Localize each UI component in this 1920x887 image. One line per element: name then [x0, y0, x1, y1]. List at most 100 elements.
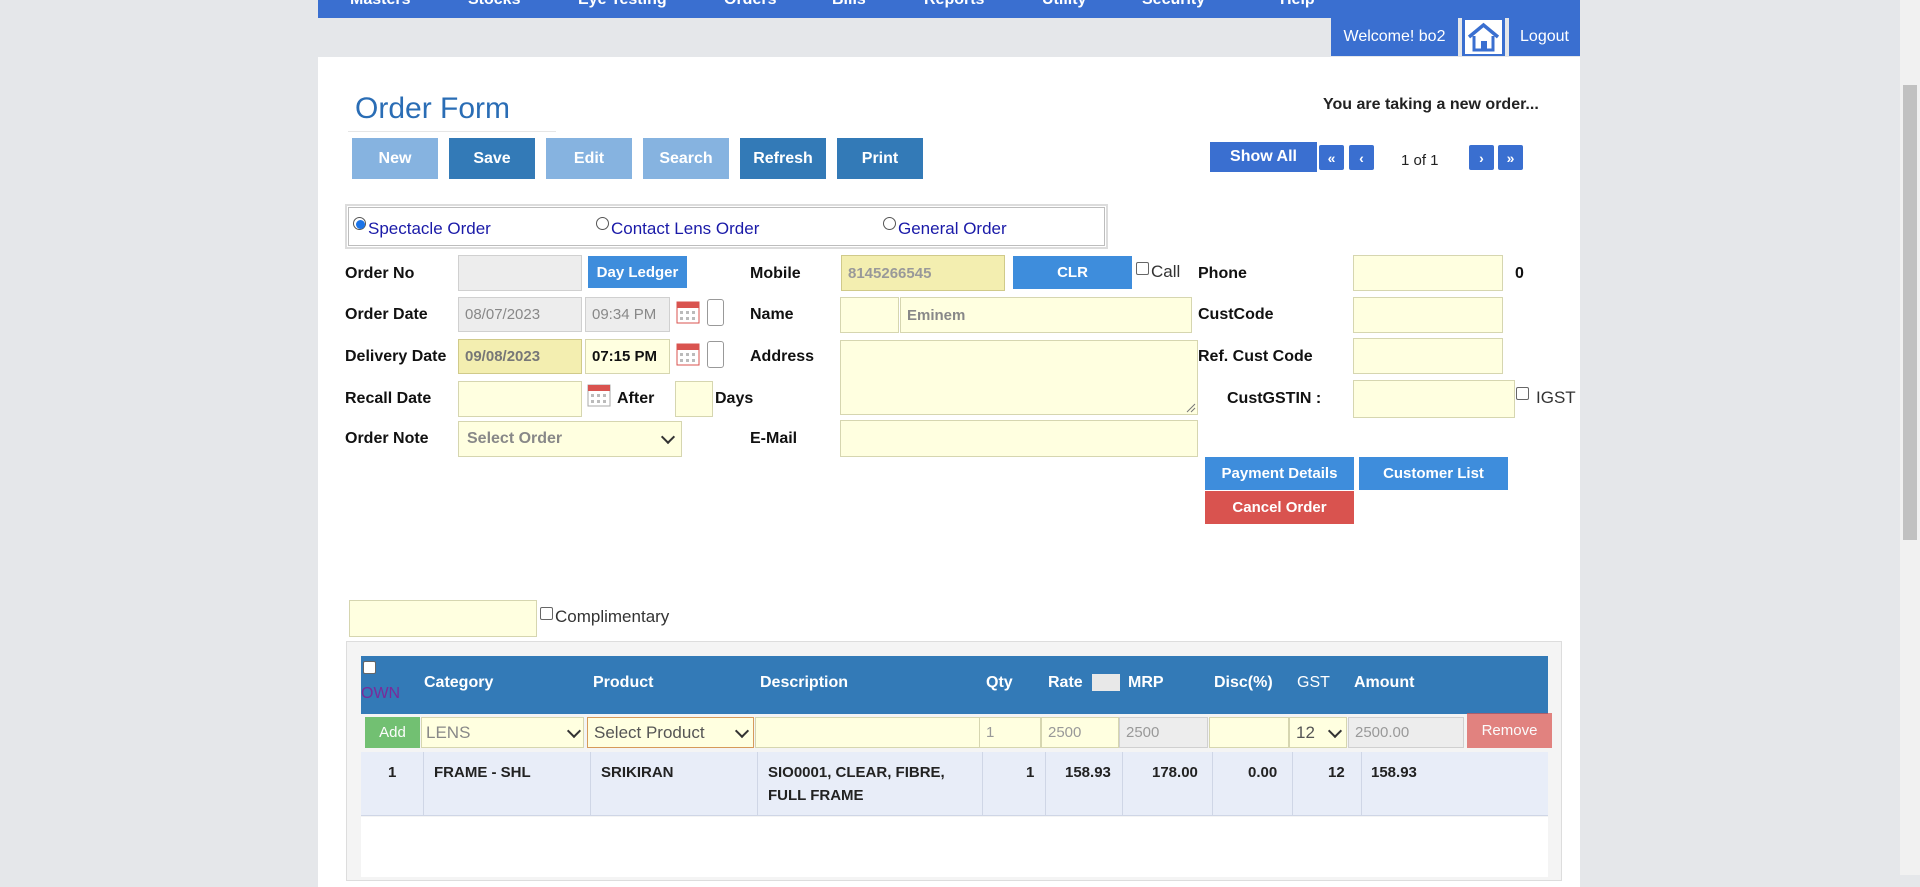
cell-divider	[423, 752, 424, 815]
contact-lens-order-label[interactable]: Contact Lens Order	[611, 219, 759, 239]
address-field[interactable]	[840, 340, 1198, 415]
delivery-date-field[interactable]: 09/08/2023	[458, 339, 582, 374]
custcode-field[interactable]	[1353, 297, 1503, 333]
delivery-time-field[interactable]: 07:15 PM	[585, 339, 670, 374]
row-disc: 0.00	[1248, 764, 1278, 781]
nav-item-eye-testing[interactable]: Eye Testing	[578, 0, 667, 9]
address-label: Address	[750, 348, 815, 365]
order-no-field[interactable]	[458, 255, 582, 291]
recall-date-calendar-icon[interactable]	[587, 382, 611, 407]
name-prefix-field[interactable]	[840, 297, 899, 333]
nav-item-security[interactable]: Security	[1142, 0, 1205, 9]
igst-checkbox[interactable]	[1516, 387, 1529, 400]
show-all-button[interactable]: Show All	[1210, 142, 1317, 172]
logout-link[interactable]: Logout	[1509, 18, 1580, 56]
delivery-time-picker[interactable]	[707, 341, 724, 368]
category-select[interactable]: LENS	[421, 717, 584, 748]
prev-page-button[interactable]: ‹	[1349, 145, 1374, 170]
email-field[interactable]	[840, 420, 1198, 457]
qty-field[interactable]: 1	[979, 717, 1041, 748]
page-info: 1 of 1	[1401, 152, 1439, 169]
complimentary-checkbox[interactable]	[540, 607, 553, 620]
general-order-label[interactable]: General Order	[898, 219, 1007, 239]
mrp-field[interactable]: 2500	[1119, 717, 1208, 748]
save-button[interactable]: Save	[449, 138, 535, 179]
recall-date-field[interactable]	[458, 381, 582, 417]
nav-item-help[interactable]: Help	[1280, 0, 1315, 9]
customer-list-button[interactable]: Customer List	[1359, 457, 1508, 490]
product-select[interactable]: Select Product	[587, 717, 754, 748]
cell-divider	[982, 752, 983, 815]
search-button[interactable]: Search	[643, 138, 729, 179]
new-button[interactable]: New	[352, 138, 438, 179]
remove-item-button[interactable]: Remove	[1467, 713, 1552, 748]
complimentary-amount-field[interactable]	[349, 600, 537, 637]
call-label: Call	[1151, 262, 1181, 281]
day-ledger-button[interactable]: Day Ledger	[588, 256, 687, 288]
print-button[interactable]: Print	[837, 138, 923, 179]
phone-field[interactable]	[1353, 255, 1503, 291]
email-label: E-Mail	[750, 430, 798, 447]
gst-select[interactable]: 12	[1289, 717, 1347, 748]
rate-toggle-box[interactable]	[1092, 674, 1120, 691]
payment-details-button[interactable]: Payment Details	[1205, 457, 1354, 490]
spectacle-order-label[interactable]: Spectacle Order	[368, 219, 491, 239]
name-label: Name	[750, 306, 794, 323]
nav-item-utility[interactable]: Utility	[1042, 0, 1086, 9]
order-note-select[interactable]: Select Order	[458, 421, 682, 457]
order-time-picker[interactable]	[707, 299, 724, 326]
ref-cust-code-field[interactable]	[1353, 338, 1503, 374]
custgstin-field[interactable]	[1353, 380, 1515, 418]
cell-divider	[1122, 752, 1123, 815]
cell-divider	[757, 752, 758, 815]
nav-item-orders[interactable]: Orders	[724, 0, 776, 9]
cell-divider	[1361, 752, 1362, 815]
general-order-radio[interactable]	[883, 217, 896, 230]
scrollbar-thumb[interactable]	[1903, 85, 1917, 540]
order-date-field[interactable]: 08/07/2023	[458, 297, 582, 332]
cell-divider	[1292, 752, 1293, 815]
cell-divider	[590, 752, 591, 815]
clr-button[interactable]: CLR	[1013, 256, 1132, 289]
next-page-button[interactable]: ›	[1469, 145, 1494, 170]
disc-field[interactable]	[1209, 717, 1289, 748]
mobile-label: Mobile	[750, 265, 801, 282]
phone-count: 0	[1515, 265, 1524, 282]
rate-header: Rate	[1048, 674, 1083, 691]
after-label: After	[617, 390, 655, 407]
recall-date-label: Recall Date	[345, 390, 432, 407]
description-field[interactable]	[755, 717, 980, 748]
refresh-button[interactable]: Refresh	[740, 138, 826, 179]
chevron-down-icon	[734, 723, 750, 738]
spectacle-order-radio[interactable]	[353, 217, 366, 230]
first-page-button[interactable]: «	[1319, 145, 1344, 170]
qty-header: Qty	[986, 674, 1013, 691]
own-checkbox[interactable]	[363, 661, 376, 674]
mobile-field[interactable]: 8145266545	[841, 255, 1005, 291]
table-row[interactable]: 1 FRAME - SHL SRIKIRAN SIO0001, CLEAR, F…	[361, 752, 1548, 816]
contact-lens-order-radio[interactable]	[596, 217, 609, 230]
name-field[interactable]: Eminem	[900, 297, 1192, 333]
add-item-button[interactable]: Add	[365, 717, 420, 748]
cancel-order-button[interactable]: Cancel Order	[1205, 491, 1354, 524]
recall-days-field[interactable]	[675, 381, 713, 417]
nav-item-bills[interactable]: Bills	[832, 0, 866, 9]
order-date-label: Order Date	[345, 306, 428, 323]
home-icon	[1465, 20, 1502, 54]
mrp-header: MRP	[1128, 674, 1164, 691]
rate-field[interactable]: 2500	[1041, 717, 1119, 748]
last-page-button[interactable]: »	[1498, 145, 1523, 170]
home-button[interactable]	[1462, 18, 1505, 56]
edit-button[interactable]: Edit	[546, 138, 632, 179]
nav-item-masters[interactable]: Masters	[350, 0, 410, 9]
delivery-date-calendar-icon[interactable]	[676, 341, 700, 366]
order-time-field[interactable]: 09:34 PM	[585, 297, 670, 332]
resize-grip-icon[interactable]	[1186, 403, 1196, 413]
order-date-calendar-icon[interactable]	[676, 299, 700, 324]
row-description-line2: FULL FRAME	[768, 787, 864, 804]
nav-item-reports[interactable]: Reports	[924, 0, 984, 9]
top-navigation-bar: Masters Stocks Eye Testing Orders Bills …	[318, 0, 1580, 18]
call-checkbox[interactable]	[1136, 262, 1149, 275]
amount-field[interactable]: 2500.00	[1348, 717, 1464, 748]
nav-item-stocks[interactable]: Stocks	[468, 0, 520, 9]
